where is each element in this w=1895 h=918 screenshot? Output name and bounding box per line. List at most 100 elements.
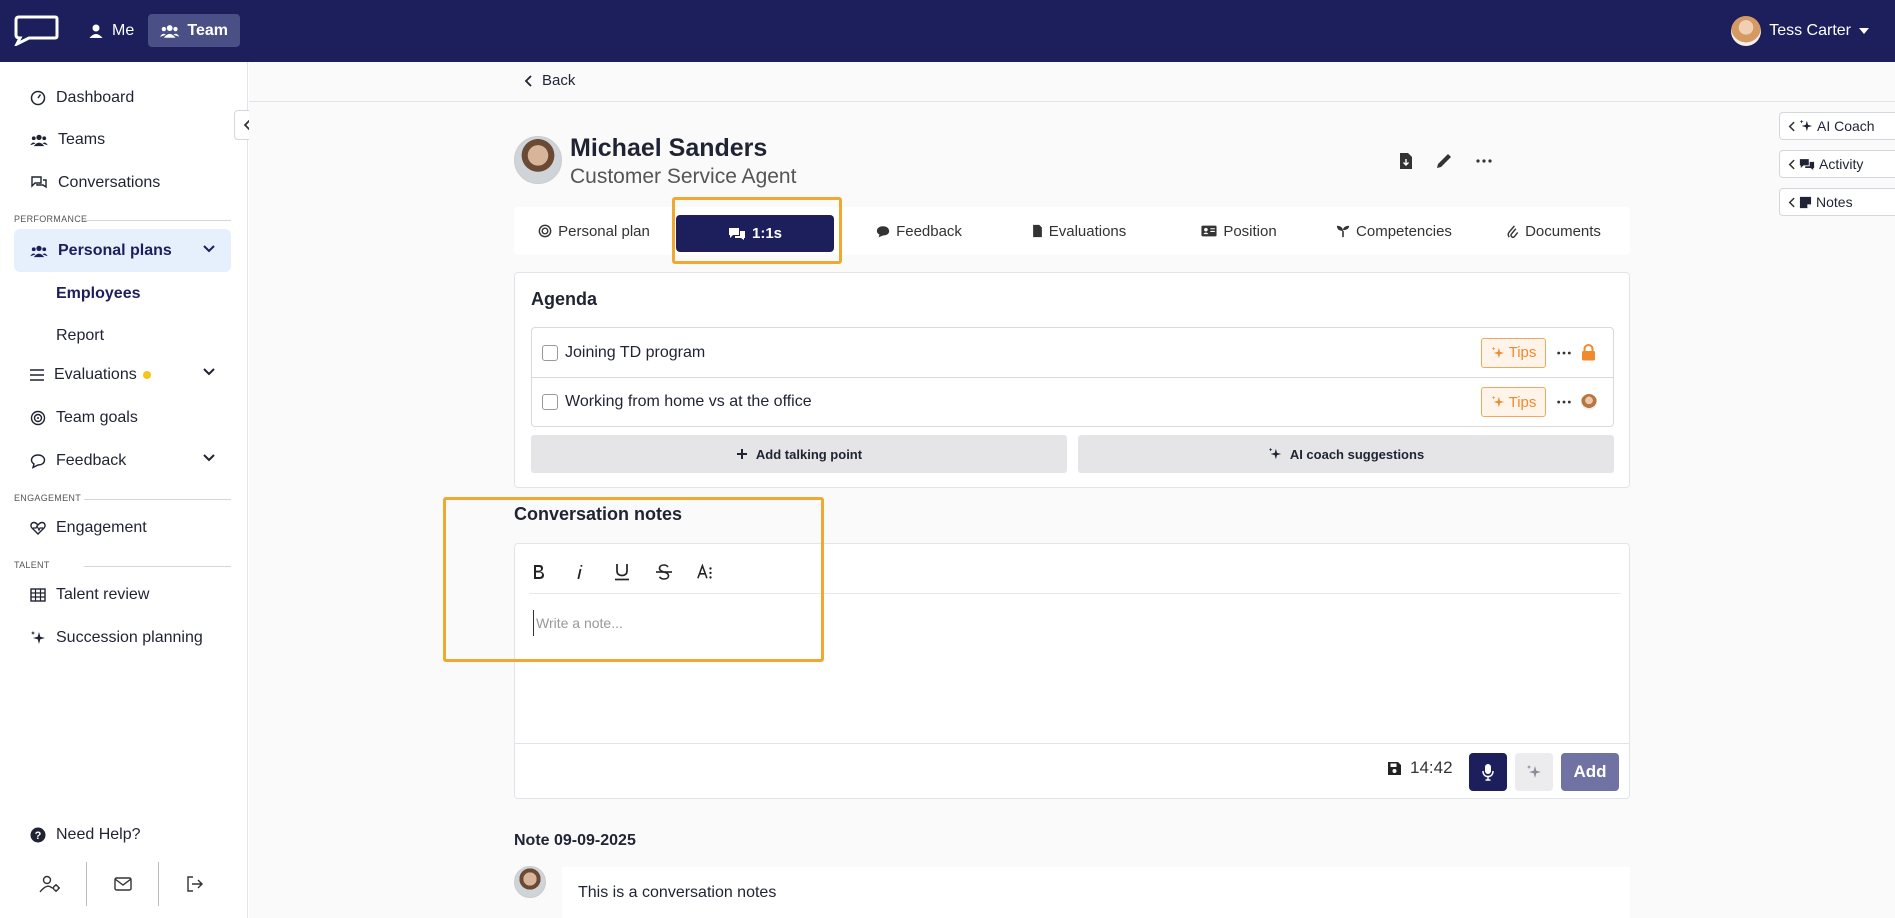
ellipsis-icon[interactable]: [1556, 394, 1572, 410]
nav-team-label: Team: [187, 21, 228, 39]
app-logo-icon[interactable]: [13, 14, 59, 46]
bold-button[interactable]: [529, 560, 547, 584]
tab-label: Evaluations: [1048, 222, 1127, 240]
sidebar-item-label: Feedback: [56, 452, 127, 469]
help-circle-icon: ?: [30, 827, 46, 843]
sidebar-item-succession-planning[interactable]: Succession planning: [14, 618, 231, 658]
editor-toolbar: [529, 556, 715, 588]
tab-label: Feedback: [896, 222, 962, 240]
record-voice-button[interactable]: [1469, 753, 1507, 791]
logout-button[interactable]: [159, 862, 231, 906]
tab-label: Documents: [1525, 222, 1601, 240]
panel-label: Notes: [1816, 194, 1853, 210]
target-icon: [538, 224, 552, 238]
sidebar-item-label: Conversations: [58, 174, 161, 191]
ai-assist-button[interactable]: [1515, 753, 1553, 791]
user-menu[interactable]: Tess Carter: [1731, 14, 1869, 47]
users-icon: [160, 24, 180, 38]
seedling-icon: [1336, 225, 1350, 238]
tab-label: Position: [1223, 222, 1277, 240]
user-avatar: [1731, 15, 1762, 46]
tips-button[interactable]: Tips: [1481, 337, 1546, 368]
agenda-item: Joining TD program Tips: [532, 328, 1613, 377]
strikethrough-button[interactable]: [655, 560, 673, 584]
gauge-icon: [30, 90, 46, 106]
chevron-down-icon: [203, 454, 215, 462]
activity-panel-toggle[interactable]: Activity: [1779, 150, 1895, 178]
file-export-icon: [1400, 153, 1412, 169]
editor-footer: 14:42 Add: [515, 743, 1629, 799]
autosave-timer: 14:42: [1387, 758, 1453, 778]
agenda-card: Agenda Joining TD program Tips Working f…: [514, 272, 1630, 488]
chat-bubble-icon: [30, 454, 46, 469]
user-gear-icon: [39, 875, 60, 893]
text-size-button[interactable]: [697, 560, 715, 584]
sidebar-item-dashboard[interactable]: Dashboard: [14, 78, 231, 118]
nav-me-button[interactable]: Me: [86, 14, 146, 47]
profile-tabs: Personal plan 1:1s Feedback Evaluations …: [514, 207, 1630, 255]
note-editor: 14:42 Add: [514, 543, 1630, 799]
agenda-item-text[interactable]: Working from home vs at the office: [565, 393, 812, 411]
employee-role: Customer Service Agent: [570, 165, 797, 188]
chevron-left-icon: [1788, 121, 1795, 131]
tab-competencies[interactable]: Competencies: [1324, 207, 1464, 255]
tab-label: 1:1s: [751, 225, 783, 242]
user-name: Tess Carter: [1769, 21, 1851, 39]
edit-button[interactable]: [1435, 152, 1453, 170]
tab-documents[interactable]: Documents: [1489, 207, 1619, 255]
ellipsis-icon[interactable]: [1556, 345, 1572, 361]
back-button[interactable]: Back: [524, 72, 575, 89]
tab-evaluations[interactable]: Evaluations: [1014, 207, 1144, 255]
agenda-item-checkbox[interactable]: [542, 344, 558, 361]
sidebar-item-conversations[interactable]: Conversations: [14, 163, 231, 203]
add-talking-point-button[interactable]: Add talking point: [531, 435, 1067, 473]
agenda-title: Agenda: [531, 289, 598, 309]
sidebar-item-personal-plans[interactable]: Personal plans: [14, 229, 231, 272]
sidebar-item-talent-review[interactable]: Talent review: [14, 575, 231, 615]
underline-icon: [615, 564, 629, 581]
sidebar-item-feedback[interactable]: Feedback: [14, 441, 231, 481]
sidebar-item-team-goals[interactable]: Team goals: [14, 398, 231, 438]
paperclip-icon: [1507, 224, 1519, 238]
agenda-item-checkbox[interactable]: [542, 394, 558, 410]
sidebar-item-evaluations[interactable]: Evaluations: [14, 355, 231, 395]
tab-position[interactable]: Position: [1179, 207, 1299, 255]
user-settings-button[interactable]: [14, 862, 87, 906]
sidebar-item-label: Personal plans: [58, 241, 172, 259]
chevron-down-icon: [203, 368, 215, 376]
logout-icon: [187, 876, 204, 892]
agenda-item: Working from home vs at the office Tips: [532, 377, 1613, 426]
users-icon: [30, 245, 48, 257]
add-talking-point-label: Add talking point: [755, 446, 863, 462]
ai-coach-suggestions-button[interactable]: AI coach suggestions: [1078, 435, 1614, 473]
lock-icon: [1582, 344, 1595, 361]
sidebar-item-teams[interactable]: Teams: [14, 120, 231, 160]
person-icon: [89, 24, 103, 38]
tab-feedback[interactable]: Feedback: [859, 207, 979, 255]
note-date-heading: Note 09-09-2025: [514, 832, 636, 849]
ai-coach-panel-toggle[interactable]: AI Coach: [1779, 112, 1895, 140]
export-document-button[interactable]: [1399, 152, 1413, 170]
messages-button[interactable]: [87, 862, 160, 906]
sidebar-item-label: Talent review: [56, 586, 150, 603]
nav-team-button[interactable]: Team: [148, 14, 240, 47]
notes-panel-toggle[interactable]: Notes: [1779, 188, 1895, 216]
section-label-engagement: ENGAGEMENT: [14, 493, 231, 503]
file-icon: [1032, 224, 1042, 238]
note-body[interactable]: This is a conversation notes: [562, 867, 1630, 918]
note-input[interactable]: [533, 610, 1613, 636]
add-note-button[interactable]: Add: [1561, 753, 1619, 791]
underline-button[interactable]: [613, 560, 631, 584]
italic-button[interactable]: [571, 560, 589, 584]
agenda-item-text[interactable]: Joining TD program: [565, 344, 705, 362]
tab-label: Competencies: [1356, 222, 1452, 240]
more-options-button[interactable]: [1475, 152, 1493, 170]
tab-one-on-ones[interactable]: 1:1s: [676, 215, 834, 252]
sidebar-subitem-employees[interactable]: Employees: [56, 285, 140, 303]
tab-personal-plan[interactable]: Personal plan: [524, 207, 664, 255]
sidebar-item-engagement[interactable]: Engagement: [14, 508, 231, 548]
sidebar-subitem-report[interactable]: Report: [56, 327, 104, 345]
caret-down-icon: [1859, 27, 1869, 34]
tips-button[interactable]: Tips: [1481, 387, 1546, 417]
need-help-link[interactable]: ? Need Help?: [14, 815, 231, 855]
